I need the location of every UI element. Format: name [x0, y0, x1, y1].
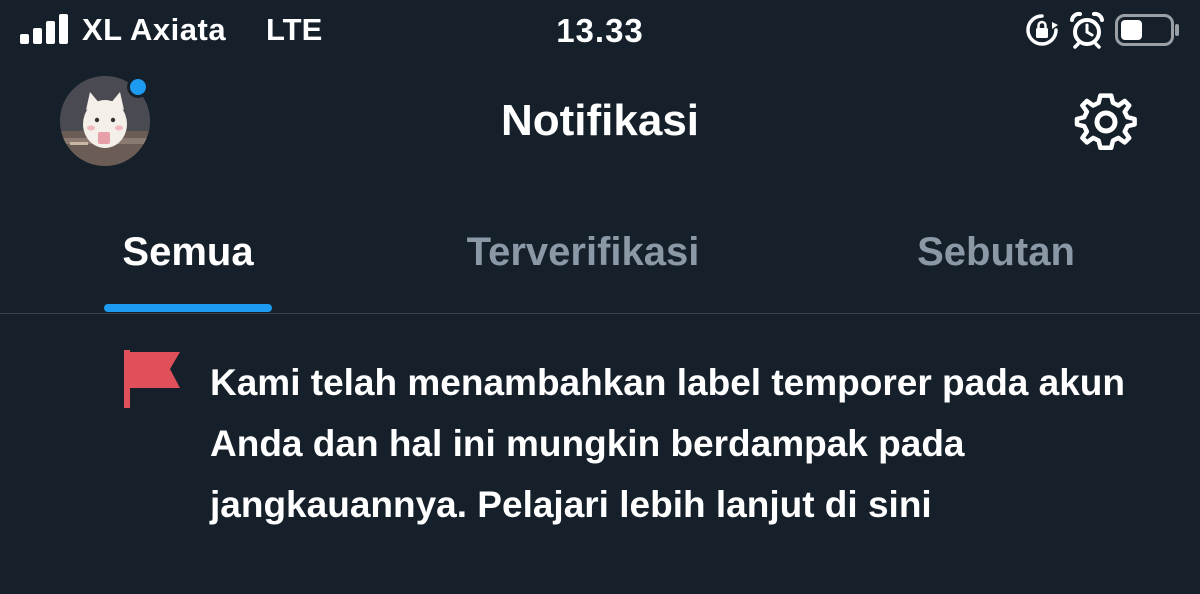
status-bar: XL Axiata LTE 13.33 — [0, 0, 1200, 62]
unread-indicator — [127, 76, 149, 98]
notification-tabs: Semua Terverifikasi Sebutan — [0, 210, 1200, 314]
tab-label: Semua — [122, 230, 254, 274]
alarm-icon — [1070, 11, 1104, 49]
tab-label: Terverifikasi — [466, 230, 700, 274]
tab-terverifikasi[interactable]: Terverifikasi — [430, 210, 736, 314]
notification-text[interactable]: Kami telah menambahkan label temporer pa… — [210, 352, 1170, 535]
page-title: Notifikasi — [500, 96, 700, 145]
tab-sebutan[interactable]: Sebutan — [880, 210, 1112, 314]
active-tab-indicator — [104, 304, 272, 312]
gear-icon[interactable] — [1074, 92, 1138, 156]
tab-semua[interactable]: Semua — [88, 210, 288, 314]
status-time: 13.33 — [556, 12, 644, 49]
rotation-lock-icon — [1026, 14, 1058, 46]
battery-icon — [1115, 14, 1179, 46]
tab-label: Sebutan — [917, 230, 1075, 274]
flag-icon — [124, 350, 180, 408]
divider — [0, 313, 1200, 314]
